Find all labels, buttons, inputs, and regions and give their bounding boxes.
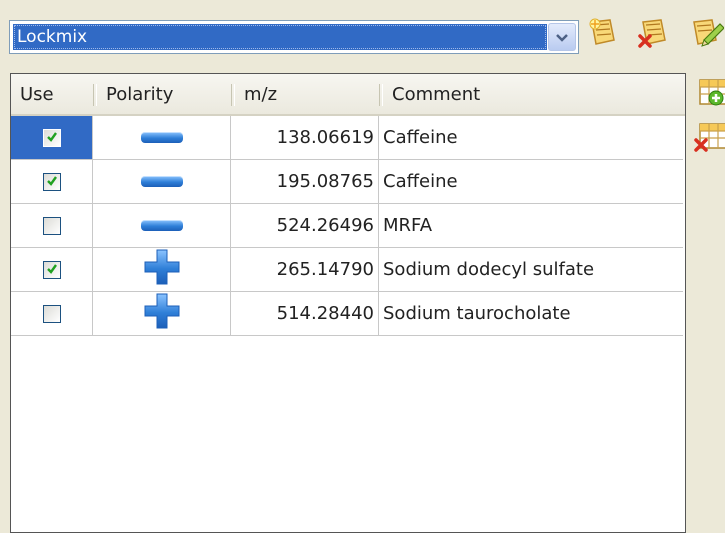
table-row[interactable]: 524.26496 MRFA [11, 204, 683, 248]
column-header-comment[interactable]: Comment [383, 74, 683, 114]
polarity-cell[interactable] [93, 160, 231, 203]
table-header: Use Polarity m/z Comment [11, 74, 685, 116]
chevron-down-icon [555, 27, 569, 48]
mz-value: 195.08765 [276, 171, 374, 192]
edit-list-button[interactable] [689, 17, 725, 53]
table-row[interactable]: 195.08765 Caffeine [11, 160, 683, 204]
mz-value: 524.26496 [276, 215, 374, 236]
table-row[interactable]: 265.14790 Sodium dodecyl sulfate [11, 248, 683, 292]
use-checkbox[interactable] [42, 171, 61, 192]
use-cell[interactable] [11, 116, 93, 159]
use-cell[interactable] [11, 248, 93, 291]
mz-value: 138.06619 [276, 127, 374, 148]
negative-polarity-icon [140, 132, 183, 143]
check-icon [46, 171, 58, 192]
comment-cell[interactable]: Sodium dodecyl sulfate [379, 248, 683, 291]
polarity-cell[interactable] [93, 116, 231, 159]
positive-polarity-icon [142, 247, 182, 292]
use-cell[interactable] [11, 160, 93, 203]
column-header-polarity[interactable]: Polarity [97, 74, 231, 114]
mz-cell[interactable]: 265.14790 [231, 248, 379, 291]
polarity-cell[interactable] [93, 292, 231, 335]
polarity-cell[interactable] [93, 204, 231, 247]
negative-polarity-icon [140, 176, 183, 187]
column-header-use[interactable]: Use [11, 74, 93, 114]
check-icon [46, 259, 58, 280]
comment-cell[interactable]: MRFA [379, 204, 683, 247]
check-icon [46, 127, 58, 148]
comment-cell[interactable]: Caffeine [379, 160, 683, 203]
mz-cell[interactable]: 138.06619 [231, 116, 379, 159]
use-checkbox[interactable] [42, 259, 61, 280]
comment-cell[interactable]: Sodium taurocholate [379, 292, 683, 335]
delete-row-icon [694, 123, 725, 159]
comment-value: Sodium taurocholate [383, 303, 571, 324]
mz-value: 514.28440 [276, 303, 374, 324]
dropdown-selected-value: Lockmix [13, 24, 547, 50]
polarity-cell[interactable] [93, 248, 231, 291]
table-row[interactable]: 514.28440 Sodium taurocholate [11, 292, 683, 336]
mz-cell[interactable]: 524.26496 [231, 204, 379, 247]
use-checkbox[interactable] [42, 304, 61, 323]
add-row-icon [694, 79, 725, 115]
delete-row-button[interactable] [694, 120, 725, 154]
use-checkbox[interactable] [42, 216, 61, 235]
new-list-icon [586, 16, 620, 55]
row-actions-strip [688, 70, 725, 530]
lock-mass-list-dropdown[interactable]: Lockmix [9, 20, 579, 54]
delete-list-button[interactable] [636, 17, 672, 53]
positive-polarity-icon [142, 291, 182, 336]
edit-list-icon [690, 16, 725, 55]
table-row[interactable]: 138.06619 Caffeine [11, 116, 683, 160]
add-row-button[interactable] [694, 76, 725, 110]
use-checkbox[interactable] [42, 127, 61, 148]
lock-mass-table: Use Polarity m/z Comment 138.06619 Caffe… [10, 73, 686, 533]
comment-value: Caffeine [383, 127, 458, 148]
mz-cell[interactable]: 195.08765 [231, 160, 379, 203]
delete-list-icon [637, 16, 671, 55]
mz-value: 265.14790 [276, 259, 374, 280]
comment-value: Sodium dodecyl sulfate [383, 259, 595, 280]
new-list-button[interactable] [585, 17, 621, 53]
mz-cell[interactable]: 514.28440 [231, 292, 379, 335]
comment-value: Caffeine [383, 171, 458, 192]
comment-cell[interactable]: Caffeine [379, 116, 683, 159]
use-cell[interactable] [11, 204, 93, 247]
column-header-mz[interactable]: m/z [235, 74, 379, 114]
dropdown-arrow-button[interactable] [548, 23, 576, 51]
comment-value: MRFA [383, 215, 433, 236]
use-cell[interactable] [11, 292, 93, 335]
negative-polarity-icon [140, 220, 183, 231]
